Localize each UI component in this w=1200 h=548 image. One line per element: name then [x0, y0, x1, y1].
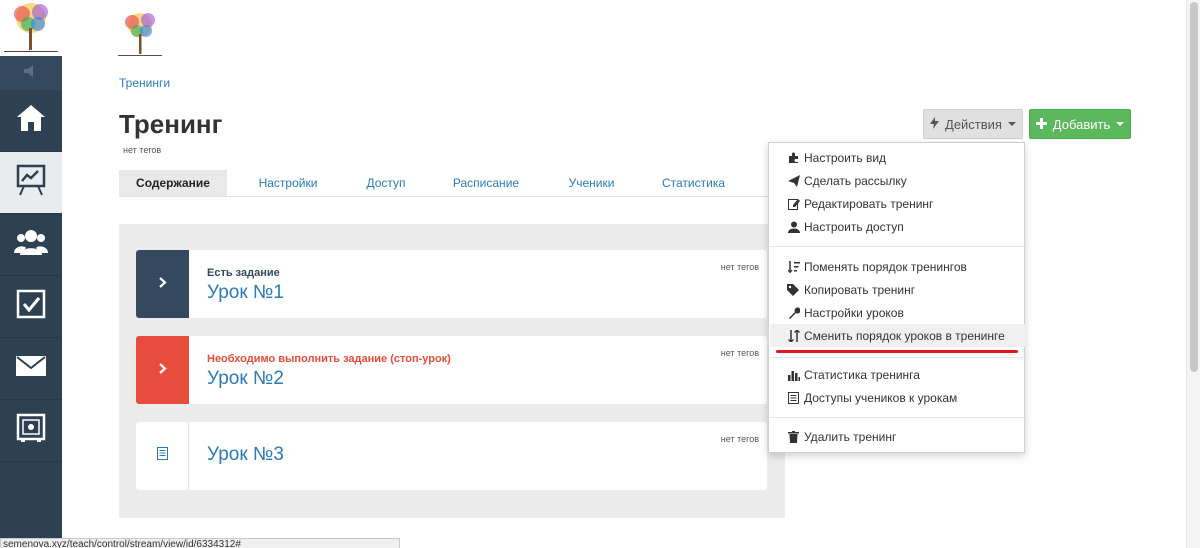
menu-item-reorder-lessons[interactable]: Сменить порядок уроков в тренинге: [770, 324, 1025, 347]
trash-icon: [787, 430, 800, 443]
lesson-card[interactable]: Необходимо выполнить задание (стоп-урок)…: [136, 336, 767, 404]
chevron-right-icon: [158, 361, 167, 379]
sidebar-item-home[interactable]: [0, 90, 62, 152]
sidebar-item-tasks[interactable]: [0, 276, 62, 338]
menu-item-delete-training[interactable]: Удалить тренинг: [770, 425, 1025, 448]
tags-icon: [787, 283, 800, 296]
add-button-label: Добавить: [1052, 116, 1111, 132]
tabs-divider: [119, 196, 794, 197]
lesson-title[interactable]: Урок №1: [207, 282, 284, 304]
menu-item-label: Копировать тренинг: [804, 282, 916, 297]
actions-dropdown-menu: Настроить вид Сделать рассылку Редактиро…: [768, 142, 1025, 453]
lesson-expand-handle[interactable]: [136, 250, 189, 318]
chevron-down-icon: [1116, 122, 1125, 126]
lesson-title[interactable]: Урок №3: [207, 444, 284, 466]
mute-toggle[interactable]: [0, 56, 62, 90]
menu-item-configure-access[interactable]: Настроить доступ: [770, 215, 1025, 238]
list-icon: [787, 391, 800, 404]
menu-item-label: Настроить доступ: [804, 219, 904, 234]
wrench-icon: [787, 306, 800, 319]
sidebar-item-finance[interactable]: [0, 400, 62, 462]
menu-item-copy-training[interactable]: Копировать тренинг: [770, 278, 1025, 301]
sort-list-icon: [787, 260, 800, 273]
menu-item-training-statistics[interactable]: Статистика тренинга: [770, 363, 1025, 386]
safe-icon: [16, 413, 46, 448]
edit-icon: [787, 197, 800, 210]
tabs: Содержание Настройки Доступ Расписание У…: [119, 170, 799, 196]
menu-item-lesson-settings[interactable]: Настройки уроков: [770, 301, 1025, 324]
tab-settings[interactable]: Настройки: [244, 170, 332, 196]
menu-divider: [770, 417, 1025, 418]
menu-item-label: Удалить тренинг: [804, 429, 897, 444]
menu-item-reorder-trainings[interactable]: Поменять порядок тренингов: [770, 255, 1025, 278]
menu-item-student-lesson-access[interactable]: Доступы учеников к урокам: [770, 386, 1025, 409]
chevron-right-icon: [158, 275, 167, 293]
home-icon: [15, 103, 47, 138]
page-tags: нет тегов: [123, 145, 162, 155]
menu-divider: [770, 357, 1025, 358]
menu-item-label: Редактировать тренинг: [804, 196, 934, 211]
logo-divider: [118, 55, 162, 56]
lesson-type-cell: [136, 422, 189, 490]
menu-item-label: Статистика тренинга: [804, 367, 920, 382]
menu-item-label: Сделать рассылку: [804, 173, 907, 188]
sidebar-logo[interactable]: [0, 0, 62, 56]
document-icon: [156, 447, 168, 465]
tab-access[interactable]: Доступ: [352, 170, 420, 196]
lesson-tags: нет тегов: [720, 262, 759, 272]
menu-item-label: Сменить порядок уроков в тренинге: [804, 328, 1005, 343]
mail-icon: [16, 356, 46, 381]
lesson-card[interactable]: Урок №3 нет тегов: [136, 422, 767, 490]
menu-item-send-mailing[interactable]: Сделать рассылку: [770, 169, 1025, 192]
sidebar: [0, 0, 62, 548]
sidebar-item-users[interactable]: [0, 214, 62, 276]
menu-item-label: Настроить вид: [804, 150, 887, 165]
highlight-underline: [776, 350, 1018, 353]
menu-item-label: Настройки уроков: [804, 305, 904, 320]
chevron-down-icon: [1007, 122, 1016, 126]
sidebar-item-messages[interactable]: [0, 338, 62, 400]
school-logo[interactable]: [118, 10, 162, 56]
page-scrollbar[interactable]: [1186, 0, 1200, 548]
menu-divider: [770, 246, 1025, 247]
sidebar-item-trainings[interactable]: [0, 152, 62, 214]
send-icon: [787, 174, 800, 187]
breadcrumb[interactable]: Тренинги: [119, 76, 170, 90]
tab-schedule[interactable]: Расписание: [441, 170, 531, 196]
lesson-card[interactable]: Есть задание Урок №1 нет тегов: [136, 250, 767, 318]
tab-students[interactable]: Ученики: [554, 170, 629, 196]
checkbox-icon: [16, 289, 46, 324]
tab-content[interactable]: Содержание: [119, 170, 227, 196]
presentation-chart-icon: [16, 164, 46, 201]
lesson-expand-handle[interactable]: [136, 336, 189, 404]
tab-statistics[interactable]: Статистика: [651, 170, 736, 196]
menu-item-label: Доступы учеников к урокам: [804, 390, 958, 405]
user-icon: [787, 220, 800, 233]
actions-button[interactable]: Действия: [923, 109, 1023, 139]
page-title: Тренинг: [119, 109, 223, 139]
lesson-status: Есть задание: [207, 267, 280, 279]
lesson-status: Необходимо выполнить задание (стоп-урок): [207, 353, 451, 365]
menu-item-edit-training[interactable]: Редактировать тренинг: [770, 192, 1025, 215]
lesson-tags: нет тегов: [720, 348, 759, 358]
puzzle-icon: [787, 151, 800, 164]
lesson-tags: нет тегов: [720, 434, 759, 444]
actions-button-label: Действия: [945, 116, 1002, 132]
plus-icon: [1035, 117, 1047, 132]
status-url: semenova.xyz/teach/control/stream/view/i…: [0, 538, 400, 548]
bolt-icon: [930, 116, 940, 132]
users-icon: [14, 228, 48, 261]
speaker-icon: [23, 64, 39, 83]
menu-item-configure-view[interactable]: Настроить вид: [770, 146, 1025, 169]
lesson-title[interactable]: Урок №2: [207, 368, 284, 390]
add-button[interactable]: Добавить: [1029, 109, 1131, 139]
bar-chart-icon: [787, 368, 800, 381]
scrollbar-thumb[interactable]: [1190, 2, 1198, 372]
menu-item-label: Поменять порядок тренингов: [804, 259, 967, 274]
sort-arrows-icon: [787, 329, 800, 342]
